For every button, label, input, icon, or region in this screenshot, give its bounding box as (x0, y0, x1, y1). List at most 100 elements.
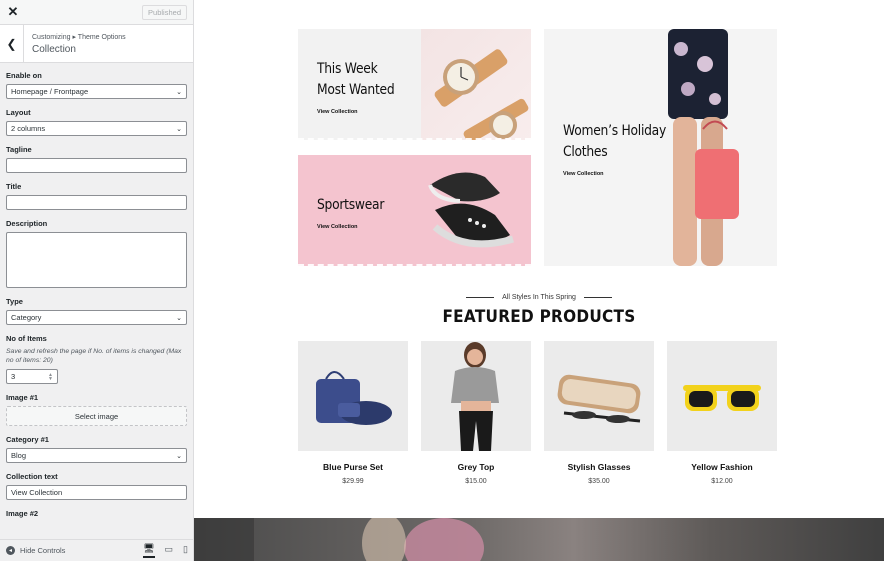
control-image-2: Image #2 (6, 509, 187, 518)
product-image[interactable] (298, 341, 408, 451)
product-card[interactable]: Blue Purse Set $29.99 (298, 341, 408, 485)
spinner-icon[interactable]: ▲ ▼ (48, 372, 53, 381)
banner-holiday-text: Women’s Holiday Clothes View Collection (563, 121, 680, 177)
site-preview: This Week Most Wanted View Collection Sp… (194, 0, 884, 561)
sunglasses-image (683, 385, 761, 411)
control-no-of-items: No of Items Save and refresh the page if… (6, 334, 187, 385)
sneaker-image (428, 172, 514, 248)
hide-controls-button[interactable]: ◂ Hide Controls (6, 546, 143, 555)
hero-photo (194, 513, 484, 561)
controls-list: Enable on Homepage / Frontpage ⌄ Layout … (0, 63, 193, 518)
title-label: Title (6, 182, 22, 191)
product-image[interactable] (421, 341, 531, 451)
type-label: Type (6, 297, 23, 306)
customizer-footer: ◂ Hide Controls 🖥 ▭ ▯ (0, 539, 193, 561)
banner-sportswear[interactable]: Sportswear View Collection (298, 155, 531, 266)
close-icon[interactable]: ✕ (6, 4, 20, 20)
layout-label: Layout (6, 108, 31, 117)
product-name[interactable]: Blue Purse Set (298, 462, 408, 472)
control-layout: Layout 2 columns ⌄ (6, 108, 187, 136)
control-description: Description (6, 219, 187, 288)
tablet-icon[interactable]: ▭ (165, 544, 174, 557)
no-of-items-label: No of Items (6, 334, 47, 343)
banner-watches-text: This Week Most Wanted View Collection (317, 59, 405, 115)
enable-on-select[interactable]: Homepage / Frontpage ⌄ (6, 84, 187, 99)
enable-on-label: Enable on (6, 71, 42, 80)
control-collection-text: Collection text View Collection (6, 472, 187, 501)
featured-title: FEATURED PRODUCTS (442, 307, 636, 327)
purse-image (316, 371, 392, 425)
title-input[interactable] (6, 195, 187, 210)
tagline-label: Tagline (6, 145, 32, 154)
tagline-input[interactable] (6, 158, 187, 173)
collection-text-input[interactable]: View Collection (6, 485, 187, 501)
banner-watches-line1: This Week (317, 61, 378, 77)
published-button[interactable]: Published (142, 4, 187, 20)
banner-watches-link[interactable]: View Collection (317, 109, 405, 115)
chevron-down-icon: ⌄ (176, 314, 182, 322)
control-category-1: Category #1 Blog ⌄ (6, 435, 187, 464)
featured-subtitle: All Styles In This Spring (194, 294, 884, 301)
product-card[interactable]: Grey Top $15.00 (421, 341, 531, 485)
control-type: Type Category ⌄ (6, 297, 187, 325)
product-price: $35.00 (588, 478, 610, 485)
desktop-icon[interactable]: 🖥 (143, 543, 155, 558)
layout-select[interactable]: 2 columns ⌄ (6, 121, 187, 136)
glasses-image (557, 374, 641, 423)
no-of-items-description: Save and refresh the page if No. of item… (6, 348, 182, 365)
layout-value: 2 columns (11, 124, 46, 133)
enable-on-value: Homepage / Frontpage (11, 87, 89, 96)
select-image-button[interactable]: Select image (6, 406, 187, 427)
description-label: Description (6, 219, 48, 228)
banner-holiday-link[interactable]: View Collection (563, 171, 680, 177)
banner-sportswear-text: Sportswear View Collection (317, 195, 393, 230)
type-value: Category (11, 313, 42, 322)
no-of-items-value: 3 (11, 372, 16, 382)
banner-sportswear-link[interactable]: View Collection (317, 224, 393, 230)
category-1-label: Category #1 (6, 435, 49, 445)
device-switcher: 🖥 ▭ ▯ (143, 543, 188, 558)
divider-line (583, 296, 612, 298)
chevron-down-icon: ⌄ (176, 125, 182, 133)
mobile-icon[interactable]: ▯ (183, 544, 188, 557)
category-1-value: Blog (11, 451, 27, 461)
banner-holiday-line1: Women’s Holiday (563, 123, 666, 139)
chevron-down-icon: ⌄ (176, 452, 182, 460)
chevron-down-icon: ⌄ (176, 88, 182, 96)
product-card[interactable]: Yellow Fashion $12.00 (667, 341, 777, 485)
product-name[interactable]: Grey Top (421, 462, 531, 472)
control-title: Title (6, 182, 187, 210)
product-name[interactable]: Stylish Glasses (544, 462, 654, 472)
control-image-1: Image #1 Select image (6, 393, 187, 427)
featured-subtitle-text: All Styles In This Spring (502, 294, 576, 301)
hero-image-strip (194, 513, 884, 561)
banner-holiday-line2: Clothes (563, 144, 608, 160)
product-price: $12.00 (711, 478, 733, 485)
collapse-icon: ◂ (6, 546, 15, 555)
product-image[interactable] (544, 341, 654, 451)
divider-line (466, 296, 495, 298)
banner-sportswear-line1: Sportswear (317, 197, 385, 213)
customizer-app: ✕ Published ❮ Customizing ▸ Theme Option… (0, 0, 884, 561)
section-header: ❮ Customizing ▸ Theme Options Collection (0, 24, 193, 63)
product-card[interactable]: Stylish Glasses $35.00 (544, 341, 654, 485)
no-of-items-input[interactable]: 3 ▲ ▼ (6, 369, 58, 385)
back-arrow-icon[interactable]: ❮ (0, 24, 24, 63)
product-price: $15.00 (465, 478, 487, 485)
hide-controls-label: Hide Controls (20, 546, 66, 555)
image-2-label: Image #2 (6, 509, 39, 519)
banner-holiday[interactable]: Women’s Holiday Clothes View Collection (544, 29, 777, 266)
banner-watches[interactable]: This Week Most Wanted View Collection (298, 29, 531, 140)
description-textarea[interactable] (6, 232, 187, 288)
category-1-select[interactable]: Blog ⌄ (6, 448, 187, 464)
collection-text-label: Collection text (6, 472, 58, 482)
type-select[interactable]: Category ⌄ (6, 310, 187, 325)
customizer-topbar: ✕ Published (0, 0, 193, 25)
control-tagline: Tagline (6, 145, 187, 173)
section-title: Collection (32, 43, 76, 55)
product-price: $29.99 (342, 478, 364, 485)
banner-divider (298, 138, 531, 140)
customizer-panel: ✕ Published ❮ Customizing ▸ Theme Option… (0, 0, 194, 561)
product-image[interactable] (667, 341, 777, 451)
product-name[interactable]: Yellow Fashion (667, 462, 777, 472)
